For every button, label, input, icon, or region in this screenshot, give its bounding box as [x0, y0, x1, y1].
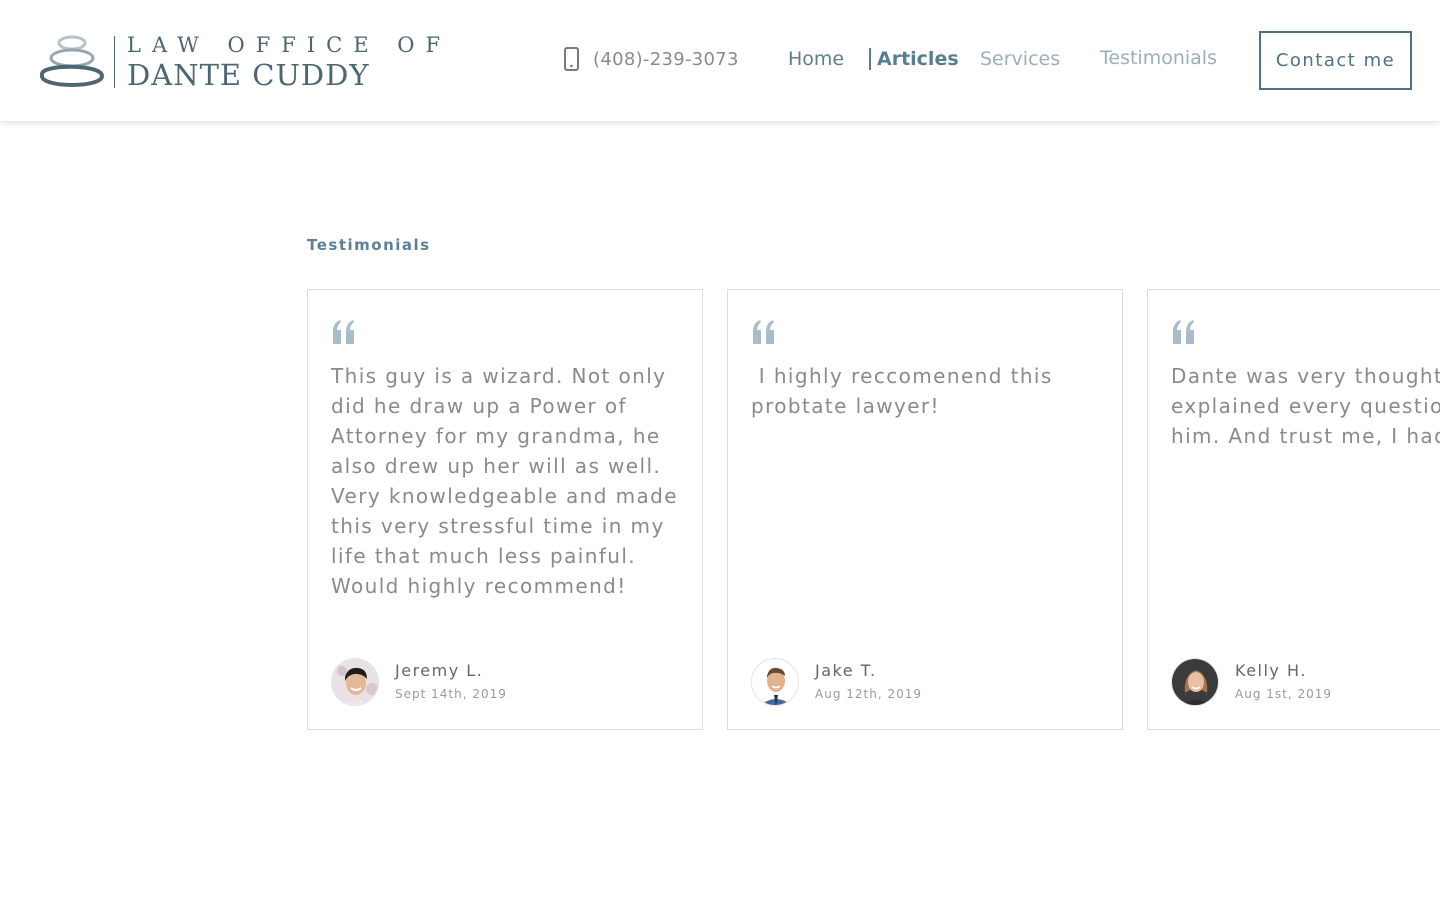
- testimonial-card: Dante was very thoughtful and explained …: [1147, 289, 1440, 730]
- section-title: Testimonials: [307, 236, 431, 254]
- site-logo[interactable]: LAW OFFICE OF DANTE CUDDY: [38, 33, 451, 91]
- quote-mark-icon: [753, 320, 774, 344]
- contact-button[interactable]: Contact me: [1259, 31, 1412, 90]
- testimonial-date: Aug 12th, 2019: [815, 687, 922, 701]
- testimonial-quote: This guy is a wizard. Not only did he dr…: [331, 364, 678, 598]
- nav-home[interactable]: Home: [788, 48, 844, 70]
- testimonial-quote: Dante was very thoughtful and explained …: [1171, 364, 1440, 448]
- stacked-stones-icon: [40, 35, 105, 87]
- author-name: Kelly H.: [1235, 661, 1307, 680]
- testimonial-card: I highly reccomenend this probtate lawye…: [727, 289, 1123, 730]
- logo-line-2: DANTE CUDDY: [127, 58, 370, 92]
- page: LAW OFFICE OF DANTE CUDDY (408)-239-3073…: [0, 0, 1440, 900]
- logo-text: LAW OFFICE OF DANTE CUDDY: [127, 33, 451, 91]
- logo-line-1: LAW OFFICE OF: [127, 33, 452, 57]
- site-header: LAW OFFICE OF DANTE CUDDY (408)-239-3073…: [0, 0, 1440, 121]
- quote-mark-icon: [333, 320, 354, 344]
- phone-contact[interactable]: (408)-239-3073: [563, 47, 739, 71]
- author-name: Jeremy L.: [395, 661, 484, 680]
- logo-divider: [114, 36, 115, 88]
- quote-mark-icon: [1173, 320, 1194, 344]
- testimonial-date: Sept 14th, 2019: [395, 687, 507, 701]
- phone-number: (408)-239-3073: [593, 48, 739, 70]
- testimonial-card: This guy is a wizard. Not only did he dr…: [307, 289, 703, 730]
- nav-testimonials[interactable]: Testimonials: [1100, 47, 1217, 69]
- avatar: [751, 658, 799, 706]
- testimonial-date: Aug 1st, 2019: [1235, 687, 1333, 701]
- nav-services[interactable]: Services: [980, 48, 1060, 70]
- nav-articles[interactable]: Articles: [869, 48, 959, 70]
- testimonial-quote: I highly reccomenend this probtate lawye…: [751, 364, 1061, 418]
- author-name: Jake T.: [815, 661, 877, 680]
- avatar: [1171, 658, 1219, 706]
- avatar: [331, 658, 379, 706]
- mobile-phone-icon: [564, 47, 579, 71]
